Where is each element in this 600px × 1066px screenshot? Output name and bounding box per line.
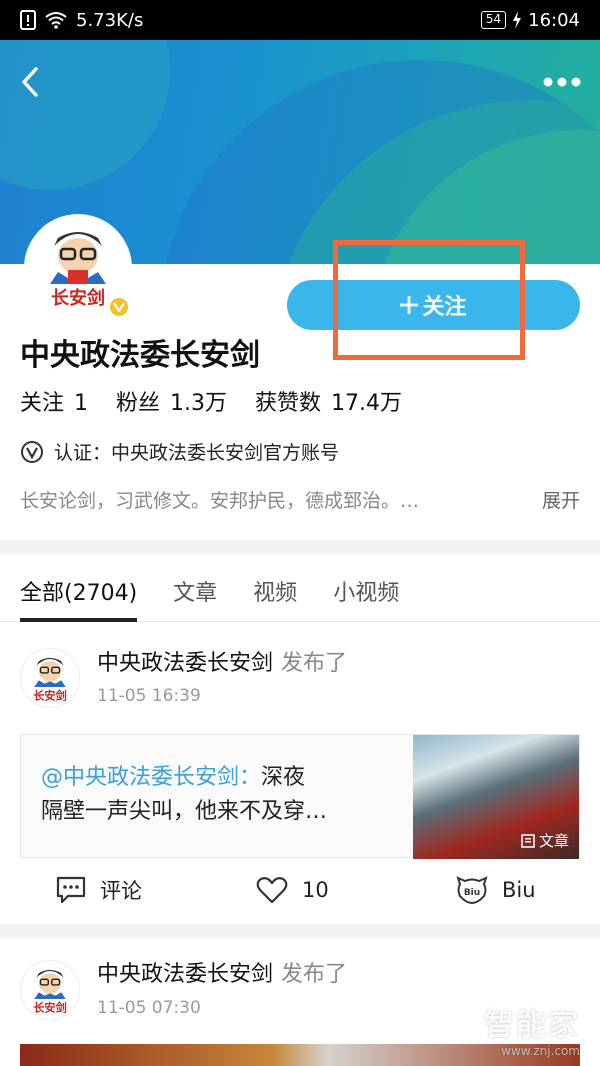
watermark-logo: 智能家 www.znj.com: [484, 1008, 580, 1058]
verified-v-icon: [21, 440, 43, 463]
verified-badge-icon: [108, 296, 130, 318]
tab-videos[interactable]: 视频: [253, 560, 297, 622]
comment-icon: [56, 876, 86, 904]
stat-followers[interactable]: 粉丝 1.3万: [116, 385, 227, 417]
section-divider: [0, 540, 600, 554]
post-author-name[interactable]: 中央政法委长安剑: [97, 962, 273, 987]
post-author-avatar[interactable]: 长安剑: [20, 648, 80, 708]
status-bar: 5.73K/s 54 16:04: [0, 0, 600, 40]
cartoon-avatar-icon: 长安剑: [33, 657, 67, 702]
post-action: 发布了: [281, 962, 348, 987]
profile-stats: 关注 1 粉丝 1.3万 获赞数 17.4万: [20, 385, 402, 417]
stat-following[interactable]: 关注 1: [20, 385, 88, 417]
cartoon-avatar-icon: 长安剑: [33, 969, 67, 1014]
like-button[interactable]: 10: [256, 876, 329, 904]
biu-share-button[interactable]: Biu Biu: [456, 876, 536, 904]
post-author-name[interactable]: 中央政法委长安剑: [97, 651, 273, 676]
content-tabs: 全部(2704) 文章 视频 小视频: [0, 560, 600, 622]
more-dots-icon: [543, 77, 581, 87]
wifi-icon: [44, 11, 68, 29]
clock: 16:04: [528, 9, 580, 31]
more-options-button[interactable]: [538, 62, 586, 102]
article-icon: [521, 833, 535, 848]
card-thumbnail: 文章: [413, 735, 579, 859]
comment-button[interactable]: 评论: [56, 875, 142, 905]
profile-avatar[interactable]: 长安剑: [24, 214, 132, 322]
post-author-line: 中央政法委长安剑 发布了: [97, 956, 347, 988]
verification-info: 认证：中央政法委长安剑官方账号: [20, 438, 339, 465]
post-author-avatar[interactable]: 长安剑: [20, 960, 80, 1020]
article-tag: 文章: [521, 830, 569, 851]
avatar-logo-text: 长安剑: [33, 1000, 67, 1014]
network-speed: 5.73K/s: [76, 9, 144, 31]
annotation-highlight-box: [333, 240, 525, 360]
back-button[interactable]: [10, 62, 50, 102]
chevron-left-icon: [22, 67, 38, 97]
heart-icon: [256, 877, 288, 904]
tab-all[interactable]: 全部(2704): [20, 560, 138, 622]
avatar-logo-text: 长安剑: [51, 287, 105, 309]
sim-alert-icon: [20, 10, 36, 30]
post-time: 11-05 16:39: [97, 686, 201, 706]
post-actions: 评论 10 Biu Biu: [0, 860, 600, 920]
biu-icon: Biu: [456, 876, 488, 904]
stat-likes: 获赞数 17.4万: [255, 391, 403, 416]
post-divider: [0, 924, 600, 938]
verification-text: 认证：中央政法委长安剑官方账号: [54, 442, 340, 464]
post-article-card[interactable]: @中央政法委长安剑：深夜 隔壁一声尖叫，他来不及穿… 文章: [20, 734, 580, 859]
tab-short-videos[interactable]: 小视频: [333, 560, 399, 622]
charging-icon: [512, 11, 522, 29]
card-mention: @中央政法委长安剑：: [41, 765, 262, 790]
battery-level: 54: [480, 11, 507, 29]
profile-name: 中央政法委长安剑: [20, 338, 260, 373]
post-author-line: 中央政法委长安剑 发布了: [97, 645, 347, 677]
card-text: @中央政法委长安剑：深夜 隔壁一声尖叫，他来不及穿…: [41, 765, 328, 824]
avatar-logo-text: 长安剑: [33, 688, 67, 702]
svg-text:Biu: Biu: [464, 888, 480, 898]
expand-bio-button[interactable]: 展开: [542, 486, 580, 513]
tab-articles[interactable]: 文章: [173, 560, 217, 622]
post-time: 11-05 07:30: [97, 998, 201, 1018]
bio-text: 长安论剑，习武修文。安邦护民，德成郅治。…: [20, 490, 420, 512]
post-action: 发布了: [281, 651, 348, 676]
profile-bio: 长安论剑，习武修文。安邦护民，德成郅治。… 展开: [20, 486, 580, 513]
